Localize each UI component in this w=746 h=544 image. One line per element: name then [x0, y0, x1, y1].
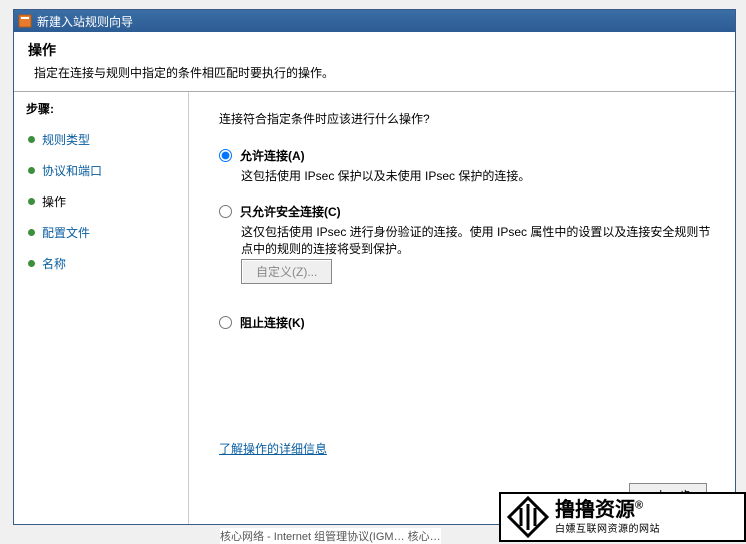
- steps-heading: 步骤:: [26, 100, 182, 117]
- page-title: 操作: [28, 40, 721, 60]
- option-allow-row[interactable]: 允许连接(A): [219, 147, 715, 164]
- overlay-tagline: 白嫖互联网资源的网站: [555, 520, 660, 535]
- option-allow-desc: 这包括使用 IPsec 保护以及未使用 IPsec 保护的连接。: [241, 168, 715, 185]
- option-block-row[interactable]: 阻止连接(K): [219, 314, 715, 331]
- customize-button: 自定义(Z)...: [241, 259, 332, 284]
- watermark-overlay: 撸撸资源® 白嫖互联网资源的网站: [499, 492, 746, 542]
- wizard-window: 新建入站规则向导 操作 指定在连接与规则中指定的条件相匹配时要执行的操作。 步骤…: [13, 9, 736, 525]
- option-block-label: 阻止连接(K): [240, 314, 305, 331]
- radio-allow[interactable]: [219, 149, 232, 162]
- step-label: 配置文件: [42, 224, 90, 241]
- overlay-text: 撸撸资源® 白嫖互联网资源的网站: [555, 500, 660, 535]
- option-allow-secure-desc: 这仅包括使用 IPsec 进行身份验证的连接。使用 IPsec 属性中的设置以及…: [241, 224, 715, 258]
- step-protocol-port[interactable]: 协议和端口: [26, 158, 182, 183]
- bullet-icon: [28, 260, 35, 267]
- step-label: 规则类型: [42, 131, 90, 148]
- step-name[interactable]: 名称: [26, 251, 182, 276]
- wizard-icon: [18, 14, 32, 28]
- bullet-icon: [28, 198, 35, 205]
- option-allow-secure-row[interactable]: 只允许安全连接(C): [219, 203, 715, 220]
- bg-row-text: 核心网络 - Internet 组管理协议(IGM… 核心…: [220, 528, 441, 544]
- header-section: 操作 指定在连接与规则中指定的条件相匹配时要执行的操作。: [14, 32, 735, 92]
- step-label: 协议和端口: [42, 162, 102, 179]
- step-label: 名称: [42, 255, 66, 272]
- option-allow-secure: 只允许安全连接(C) 这仅包括使用 IPsec 进行身份验证的连接。使用 IPs…: [219, 203, 715, 297]
- step-profile[interactable]: 配置文件: [26, 220, 182, 245]
- radio-block[interactable]: [219, 316, 232, 329]
- option-allow: 允许连接(A) 这包括使用 IPsec 保护以及未使用 IPsec 保护的连接。: [219, 147, 715, 185]
- titlebar: 新建入站规则向导: [14, 10, 735, 32]
- steps-sidebar: 步骤: 规则类型 协议和端口 操作 配置文件 名称: [14, 92, 189, 524]
- step-action[interactable]: 操作: [26, 189, 182, 214]
- prompt-text: 连接符合指定条件时应该进行什么操作?: [219, 110, 715, 127]
- bullet-icon: [28, 136, 35, 143]
- main-pane: 连接符合指定条件时应该进行什么操作? 允许连接(A) 这包括使用 IPsec 保…: [189, 92, 735, 524]
- overlay-brand: 撸撸资源®: [555, 500, 660, 520]
- learn-more-link[interactable]: 了解操作的详细信息: [219, 440, 715, 457]
- option-allow-label: 允许连接(A): [240, 147, 305, 164]
- bullet-icon: [28, 229, 35, 236]
- page-description: 指定在连接与规则中指定的条件相匹配时要执行的操作。: [34, 64, 721, 81]
- body: 步骤: 规则类型 协议和端口 操作 配置文件 名称 连: [14, 92, 735, 524]
- overlay-logo-icon: [507, 496, 549, 538]
- radio-allow-secure[interactable]: [219, 205, 232, 218]
- window-title: 新建入站规则向导: [37, 13, 133, 30]
- option-allow-secure-label: 只允许安全连接(C): [240, 203, 341, 220]
- step-rule-type[interactable]: 规则类型: [26, 127, 182, 152]
- option-block: 阻止连接(K): [219, 314, 715, 331]
- bullet-icon: [28, 167, 35, 174]
- step-label: 操作: [42, 193, 66, 210]
